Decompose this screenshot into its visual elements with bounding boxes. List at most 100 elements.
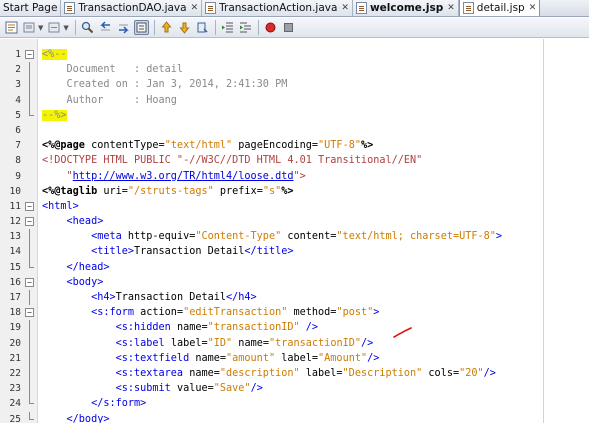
history-icon[interactable] <box>22 20 37 35</box>
code-line[interactable]: 8 <!DOCTYPE HTML PUBLIC "-//W3C//DTD HTML… <box>0 153 589 168</box>
source-view-icon[interactable] <box>4 20 19 35</box>
close-icon[interactable]: ✕ <box>341 3 349 13</box>
chevron-down-icon[interactable]: ▼ <box>38 24 43 32</box>
code-text[interactable]: <body> <box>42 275 104 290</box>
code-line[interactable]: 25 </body> <box>0 411 589 423</box>
code-token: <s:label <box>42 337 171 349</box>
tab-welcome-jsp[interactable]: welcome.jsp ✕ <box>352 0 459 16</box>
line-number: 24 <box>9 398 21 410</box>
code-line[interactable]: 19 <s:hidden name="transactionID" /> <box>0 320 589 336</box>
code-line[interactable]: 24 </s:form> <box>0 396 589 411</box>
code-token: <s:submit <box>42 383 177 395</box>
code-text[interactable]: "http://www.w3.org/TR/html4/loose.dtd"> <box>42 169 306 184</box>
code-line[interactable]: 18− <s:form action="editTransaction" met… <box>0 305 589 320</box>
shift-left-icon[interactable] <box>220 20 235 35</box>
code-token: cols= <box>422 367 460 379</box>
code-text[interactable]: <head> <box>42 214 104 229</box>
code-line[interactable]: 22 <s:textarea name="description" label=… <box>0 365 589 382</box>
code-token: <s:textfield <box>42 352 196 364</box>
close-icon[interactable]: ✕ <box>191 3 199 13</box>
code-text[interactable]: <title>Transaction Detail</title> <box>42 244 293 259</box>
line-number: 23 <box>9 383 21 395</box>
line-number: 25 <box>9 413 21 423</box>
code-line[interactable]: 12− <head> <box>0 214 589 229</box>
code-text[interactable]: <%-- <box>42 47 67 62</box>
close-icon[interactable]: ✕ <box>447 3 455 13</box>
previous-bookmark-icon[interactable] <box>159 20 174 35</box>
code-token: name= <box>176 322 208 334</box>
code-text[interactable]: </body> <box>42 412 110 423</box>
code-line[interactable]: 23 <s:submit value="Save"/> <box>0 381 589 397</box>
code-token: Author : Hoang <box>42 94 177 106</box>
code-line[interactable]: 6 <box>0 123 589 138</box>
code-text[interactable]: <!DOCTYPE HTML PUBLIC "-//W3C//DTD HTML … <box>42 153 422 168</box>
code-line[interactable]: 11− <html> <box>0 199 589 214</box>
stop-macro-icon[interactable] <box>281 20 296 35</box>
code-line[interactable]: 4 Author : Hoang <box>0 92 589 108</box>
code-text[interactable]: <meta http-equiv="Content-Type" content=… <box>42 229 502 244</box>
close-icon[interactable]: ✕ <box>529 3 537 13</box>
code-editor[interactable]: 1− <%-- 2 Document : detail 3 Created on : … <box>0 39 589 423</box>
code-line[interactable]: 10 <%@taglib uri="/struts-tags" prefix="s… <box>0 184 589 199</box>
fold-toggle-icon[interactable]: − <box>25 277 34 287</box>
code-text[interactable]: Document : detail <box>42 62 184 77</box>
code-line[interactable]: 7 <%@page contentType="text/html" pageEnc… <box>0 138 589 153</box>
tab-start-page[interactable]: Start Page <box>0 0 62 16</box>
code-text[interactable]: Created on : Jan 3, 2014, 2:41:30 PM <box>42 77 288 92</box>
code-line[interactable]: 13 <meta http-equiv="Content-Type" conte… <box>0 229 589 245</box>
code-token: > <box>373 307 380 319</box>
fold-toggle-icon[interactable]: − <box>25 50 34 59</box>
find-next-icon[interactable] <box>116 20 131 35</box>
code-token: "text/html" <box>164 140 233 152</box>
line-number: 17 <box>9 292 21 303</box>
code-line[interactable]: 9 "http://www.w3.org/TR/html4/loose.dtd"… <box>0 169 589 184</box>
code-line[interactable]: 15 </head> <box>0 259 589 275</box>
fold-toggle-icon[interactable]: − <box>25 308 34 318</box>
code-lines[interactable]: 1− <%-- 2 Document : detail 3 Created on : … <box>0 47 589 423</box>
fold-toggle-icon[interactable]: − <box>25 201 34 211</box>
code-text[interactable]: <s:textfield name="amount" label="Amount… <box>42 351 380 366</box>
tab-transactionaction-java[interactable]: TransactionAction.java ✕ <box>202 0 353 16</box>
code-text[interactable]: <%@taglib uri="/struts-tags" prefix="s"%… <box>42 184 294 199</box>
code-line[interactable]: 3 Created on : Jan 3, 2014, 2:41:30 PM <box>0 77 589 93</box>
code-line[interactable]: 20 <s:label label="ID" name="transaction… <box>0 335 589 351</box>
code-line[interactable]: 5 --%> <box>0 107 589 123</box>
code-line[interactable]: 17 <h4>Transaction Detail</h4> <box>0 290 589 306</box>
code-line[interactable]: 21 <s:textfield name="amount" label="Amo… <box>0 350 589 366</box>
code-line[interactable]: 16− <body> <box>0 275 589 290</box>
line-number: 19 <box>9 322 21 334</box>
fold-guide <box>29 381 30 397</box>
code-text[interactable]: <s:label label="ID" name="transactionID"… <box>42 336 374 351</box>
find-icon[interactable] <box>80 20 95 35</box>
fold-end-marker <box>29 259 34 268</box>
code-line[interactable]: 1− <%-- <box>0 47 589 62</box>
start-macro-icon[interactable] <box>263 20 278 35</box>
code-line[interactable]: 14 <title>Transaction Detail</title> <box>0 244 589 260</box>
find-previous-icon[interactable] <box>98 20 113 35</box>
back-icon[interactable] <box>47 20 62 35</box>
shift-right-icon[interactable] <box>238 20 253 35</box>
code-text[interactable]: <html> <box>42 199 79 214</box>
code-text[interactable]: Author : Hoang <box>42 93 177 108</box>
tab-transactiondao-java[interactable]: TransactionDAO.java ✕ <box>61 0 203 16</box>
code-token: > <box>495 231 503 243</box>
toolbar-separator <box>74 20 76 35</box>
code-text[interactable]: <s:hidden name="transactionID" /> <box>42 320 318 335</box>
code-text[interactable]: <%@page contentType="text/html" pageEnco… <box>42 138 373 153</box>
code-text[interactable]: --%> <box>42 108 67 123</box>
code-line[interactable]: 2 Document : detail <box>0 62 589 78</box>
fold-toggle-icon[interactable]: − <box>25 217 34 227</box>
chevron-down-icon[interactable]: ▼ <box>63 24 68 32</box>
next-bookmark-icon[interactable] <box>177 20 192 35</box>
code-text[interactable]: <s:submit value="Save"/> <box>42 381 263 396</box>
code-text[interactable]: <s:form action="editTransaction" method=… <box>42 305 379 320</box>
tab-detail-jsp[interactable]: detail.jsp ✕ <box>458 0 541 16</box>
code-token: uri= <box>103 185 128 197</box>
code-text[interactable]: <s:textarea name="description" label="De… <box>42 366 496 381</box>
toggle-bookmark-icon[interactable] <box>195 20 210 35</box>
toggle-highlight-icon[interactable] <box>133 20 149 35</box>
code-text[interactable]: </head> <box>42 260 110 275</box>
line-number: 14 <box>9 246 21 258</box>
code-text[interactable]: </s:form> <box>42 396 146 411</box>
code-text[interactable]: <h4>Transaction Detail</h4> <box>42 290 257 305</box>
